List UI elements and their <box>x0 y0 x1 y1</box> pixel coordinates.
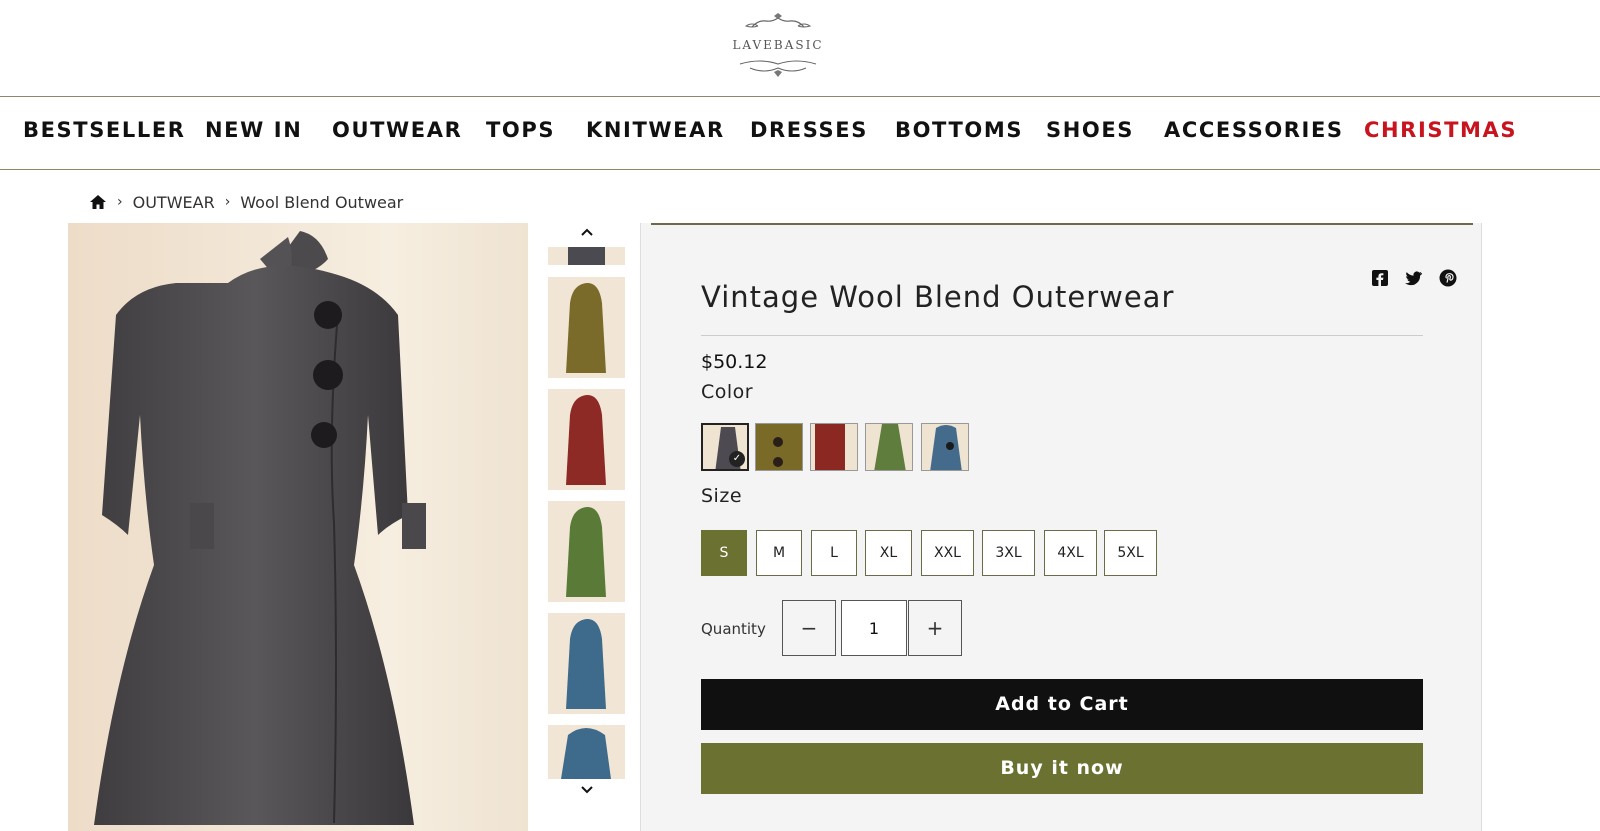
nav-item-christmas[interactable]: CHRISTMAS <box>1364 118 1517 142</box>
size-option-5xl[interactable]: 5XL <box>1104 530 1157 576</box>
size-option-xl[interactable]: XL <box>865 530 912 576</box>
thumbnail-red[interactable] <box>548 389 625 490</box>
color-swatch-olive[interactable] <box>755 423 803 471</box>
size-option-s[interactable]: S <box>701 530 747 576</box>
nav-item-bestseller[interactable]: BESTSELLER <box>23 118 186 142</box>
breadcrumb-outwear[interactable]: OUTWEAR <box>133 193 215 212</box>
size-label: Size <box>701 485 743 507</box>
brand-logo[interactable]: LAVEBASIC <box>718 12 838 82</box>
site-header: LAVEBASIC <box>0 0 1600 97</box>
twitter-icon[interactable] <box>1404 268 1426 290</box>
quantity-increase-button[interactable]: + <box>908 600 962 656</box>
color-swatch-blue[interactable] <box>921 423 969 471</box>
nav-item-new-in[interactable]: NEW IN <box>205 118 302 142</box>
main-product-image[interactable] <box>68 223 528 831</box>
home-icon[interactable] <box>89 194 107 210</box>
thumbnail-grey[interactable] <box>548 247 625 265</box>
nav-item-outwear[interactable]: OUTWEAR <box>332 118 462 142</box>
nav-item-tops[interactable]: TOPS <box>486 118 555 142</box>
thumbnail-blue[interactable] <box>548 613 625 714</box>
product-title: Vintage Wool Blend Outerwear <box>701 280 1175 314</box>
chevron-down-icon[interactable] <box>547 783 627 803</box>
thumbnail-strip <box>547 223 627 831</box>
checkmark-icon: ✓ <box>729 451 745 467</box>
nav-item-dresses[interactable]: DRESSES <box>750 118 868 142</box>
panel-divider <box>651 223 1473 225</box>
add-to-cart-button[interactable]: Add to Cart <box>701 679 1423 730</box>
color-swatch-red[interactable] <box>810 423 858 471</box>
coat-illustration <box>94 231 426 825</box>
color-swatch-green[interactable] <box>865 423 913 471</box>
buy-now-button[interactable]: Buy it now <box>701 743 1423 794</box>
product-price: $50.12 <box>701 351 768 373</box>
facebook-icon[interactable] <box>1370 268 1392 290</box>
nav-item-shoes[interactable]: SHOES <box>1046 118 1134 142</box>
quantity-input[interactable] <box>841 600 907 656</box>
nav-item-bottoms[interactable]: BOTTOMS <box>895 118 1023 142</box>
color-label: Color <box>701 381 754 403</box>
quantity-decrease-button[interactable]: − <box>782 600 836 656</box>
breadcrumb-current: Wool Blend Outwear <box>240 192 404 212</box>
nav-item-accessories[interactable]: ACCESSORIES <box>1164 118 1344 142</box>
nav-item-knitwear[interactable]: KNITWEAR <box>586 118 725 142</box>
title-divider <box>701 335 1423 336</box>
thumbnail-blue-detail[interactable] <box>548 725 625 779</box>
thumbnail-green[interactable] <box>548 501 625 602</box>
size-option-3xl[interactable]: 3XL <box>982 530 1035 576</box>
size-option-4xl[interactable]: 4XL <box>1044 530 1097 576</box>
size-option-m[interactable]: M <box>756 530 802 576</box>
product-info-panel: Vintage Wool Blend Outerwear $50.12 Colo… <box>640 223 1482 831</box>
size-option-xxl[interactable]: XXL <box>921 530 974 576</box>
pinterest-icon[interactable] <box>1438 268 1460 290</box>
main-nav: BESTSELLER NEW IN OUTWEAR TOPS KNITWEAR … <box>0 97 1600 170</box>
breadcrumb: › OUTWEAR › Wool Blend Outwear <box>89 190 403 214</box>
size-option-l[interactable]: L <box>811 530 857 576</box>
thumbnail-olive[interactable] <box>548 277 625 378</box>
brand-name: LAVEBASIC <box>732 38 824 52</box>
breadcrumb-separator: › <box>117 194 123 210</box>
chevron-up-icon[interactable] <box>547 225 627 245</box>
quantity-label: Quantity <box>701 620 766 638</box>
breadcrumb-separator: › <box>224 194 231 210</box>
color-swatch-grey[interactable]: ✓ <box>701 423 749 471</box>
